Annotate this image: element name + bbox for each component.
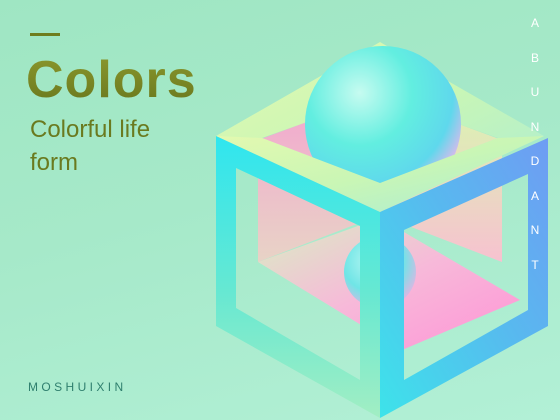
vertical-letter: U — [530, 85, 540, 99]
page-title: Colors — [26, 51, 197, 109]
brand-name: MOSHUIXIN — [28, 380, 127, 394]
vertical-letter: A — [530, 188, 539, 203]
vertical-letter: B — [530, 50, 539, 65]
title-accent-line — [30, 33, 60, 36]
vertical-letter: N — [530, 119, 540, 134]
vertical-letter: D — [530, 154, 540, 168]
subtitle-line-1: Colorful life — [30, 116, 151, 143]
vertical-letter: N — [530, 223, 540, 237]
vertical-letter: A — [530, 16, 539, 30]
vertical-letters: A B U N D A N T — [526, 14, 544, 290]
subtitle-line-2: form — [30, 149, 78, 176]
vertical-letter: T — [531, 257, 539, 272]
